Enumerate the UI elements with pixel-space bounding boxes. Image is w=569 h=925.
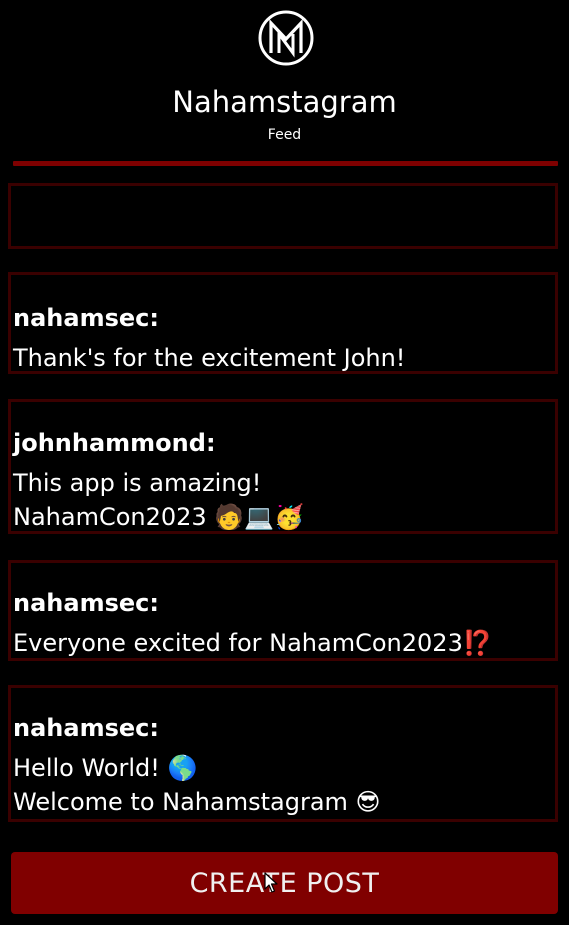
post-username: johnhammond: — [13, 429, 216, 457]
post-card[interactable]: nahamsec: Thank's for the excitement Joh… — [8, 272, 558, 374]
post-text: This app is amazing! NahamCon2023 🧑💻🥳 — [13, 469, 304, 531]
header-divider — [13, 161, 558, 166]
app-header: Nahamstagram Feed — [0, 0, 569, 170]
post-card[interactable]: nahamsec: Hello World! 🌎 Welcome to Naha… — [8, 685, 558, 822]
post-card[interactable] — [8, 183, 558, 249]
create-post-label: CREATE POST — [189, 867, 380, 899]
nahamsec-logo-icon — [258, 10, 314, 66]
post-card[interactable]: johnhammond: This app is amazing! NahamC… — [8, 399, 558, 534]
create-post-button[interactable]: CREATE POST — [11, 852, 558, 914]
post-text: Hello World! 🌎 Welcome to Nahamstagram 😎 — [13, 754, 381, 816]
mouse-cursor-icon — [264, 872, 278, 893]
post-username: nahamsec: — [13, 589, 159, 617]
post-text: Everyone excited for NahamCon2023⁉️ — [13, 629, 493, 657]
post-username: nahamsec: — [13, 304, 159, 332]
app-subtitle: Feed — [267, 127, 302, 143]
post-text: Thank's for the excitement John! — [13, 344, 406, 372]
post-username: nahamsec: — [13, 714, 159, 742]
app-title: Nahamstagram — [172, 85, 397, 119]
post-card[interactable]: nahamsec: Everyone excited for NahamCon2… — [8, 560, 558, 661]
post-feed[interactable]: nahamsec: Thank's for the excitement Joh… — [0, 170, 569, 850]
